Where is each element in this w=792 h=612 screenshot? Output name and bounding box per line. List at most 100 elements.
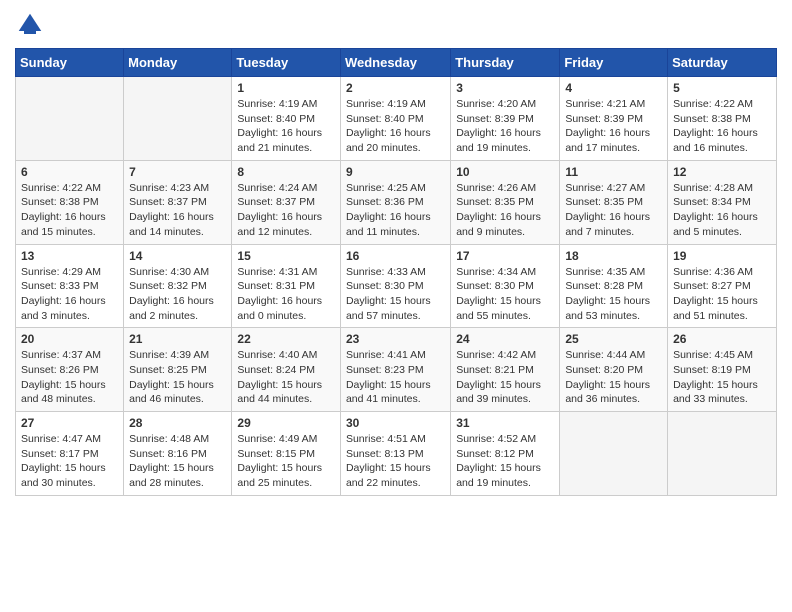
day-info: Sunrise: 4:35 AM Sunset: 8:28 PM Dayligh… [565,265,662,324]
calendar-week-row: 1 Sunrise: 4:19 AM Sunset: 8:40 PM Daylig… [16,77,777,161]
day-number: 4 [565,81,662,95]
header [15,10,777,40]
day-info: Sunrise: 4:26 AM Sunset: 8:35 PM Dayligh… [456,181,554,240]
calendar-cell: 18 Sunrise: 4:35 AM Sunset: 8:28 PM Dayli… [560,244,668,328]
calendar-cell [560,412,668,496]
day-info: Sunrise: 4:51 AM Sunset: 8:13 PM Dayligh… [346,432,445,491]
calendar-week-row: 20Sunrise: 4:37 AM Sunset: 8:26 PM Dayli… [16,328,777,412]
day-number: 14 [129,249,226,263]
logo-icon [15,10,45,40]
calendar-cell: 2 Sunrise: 4:19 AM Sunset: 8:40 PM Daylig… [340,77,450,161]
day-info: Sunrise: 4:42 AM Sunset: 8:21 PM Dayligh… [456,348,554,407]
day-info: Sunrise: 4:34 AM Sunset: 8:30 PM Dayligh… [456,265,554,324]
calendar-cell: 17Sunrise: 4:34 AM Sunset: 8:30 PM Dayli… [451,244,560,328]
calendar-cell: 6 Sunrise: 4:22 AM Sunset: 8:38 PM Daylig… [16,160,124,244]
day-number: 24 [456,332,554,346]
calendar-cell: 22 Sunrise: 4:40 AM Sunset: 8:24 PM Dayli… [232,328,341,412]
day-info: Sunrise: 4:19 AM Sunset: 8:40 PM Dayligh… [346,97,445,156]
day-info: Sunrise: 4:44 AM Sunset: 8:20 PM Dayligh… [565,348,662,407]
day-number: 25 [565,332,662,346]
day-number: 27 [21,416,118,430]
day-info: Sunrise: 4:27 AM Sunset: 8:35 PM Dayligh… [565,181,662,240]
day-info: Sunrise: 4:22 AM Sunset: 8:38 PM Dayligh… [673,97,771,156]
calendar-cell: 12 Sunrise: 4:28 AM Sunset: 8:34 PM Dayli… [668,160,777,244]
calendar-cell: 10 Sunrise: 4:26 AM Sunset: 8:35 PM Dayli… [451,160,560,244]
day-info: Sunrise: 4:45 AM Sunset: 8:19 PM Dayligh… [673,348,771,407]
calendar-cell [16,77,124,161]
calendar-cell: 19 Sunrise: 4:36 AM Sunset: 8:27 PM Dayli… [668,244,777,328]
weekday-header-thursday: Thursday [451,49,560,77]
day-info: Sunrise: 4:30 AM Sunset: 8:32 PM Dayligh… [129,265,226,324]
day-number: 21 [129,332,226,346]
day-info: Sunrise: 4:47 AM Sunset: 8:17 PM Dayligh… [21,432,118,491]
calendar-cell: 20Sunrise: 4:37 AM Sunset: 8:26 PM Dayli… [16,328,124,412]
weekday-header-sunday: Sunday [16,49,124,77]
calendar-cell: 27 Sunrise: 4:47 AM Sunset: 8:17 PM Dayli… [16,412,124,496]
calendar-header: SundayMondayTuesdayWednesdayThursdayFrid… [16,49,777,77]
day-number: 20 [21,332,118,346]
day-number: 22 [237,332,335,346]
day-info: Sunrise: 4:39 AM Sunset: 8:25 PM Dayligh… [129,348,226,407]
calendar-cell: 14 Sunrise: 4:30 AM Sunset: 8:32 PM Dayli… [124,244,232,328]
calendar-cell: 8 Sunrise: 4:24 AM Sunset: 8:37 PM Daylig… [232,160,341,244]
day-number: 1 [237,81,335,95]
day-number: 11 [565,165,662,179]
calendar-week-row: 6 Sunrise: 4:22 AM Sunset: 8:38 PM Daylig… [16,160,777,244]
day-number: 29 [237,416,335,430]
day-info: Sunrise: 4:24 AM Sunset: 8:37 PM Dayligh… [237,181,335,240]
day-number: 2 [346,81,445,95]
day-number: 3 [456,81,554,95]
calendar-cell: 21 Sunrise: 4:39 AM Sunset: 8:25 PM Dayli… [124,328,232,412]
calendar-cell: 4Sunrise: 4:21 AM Sunset: 8:39 PM Daylig… [560,77,668,161]
calendar-cell: 26 Sunrise: 4:45 AM Sunset: 8:19 PM Dayli… [668,328,777,412]
calendar-cell: 24 Sunrise: 4:42 AM Sunset: 8:21 PM Dayli… [451,328,560,412]
day-info: Sunrise: 4:19 AM Sunset: 8:40 PM Dayligh… [237,97,335,156]
day-number: 12 [673,165,771,179]
day-number: 30 [346,416,445,430]
calendar-cell: 25 Sunrise: 4:44 AM Sunset: 8:20 PM Dayli… [560,328,668,412]
calendar-cell: 5Sunrise: 4:22 AM Sunset: 8:38 PM Daylig… [668,77,777,161]
day-number: 9 [346,165,445,179]
day-number: 26 [673,332,771,346]
calendar-cell: 1 Sunrise: 4:19 AM Sunset: 8:40 PM Daylig… [232,77,341,161]
day-info: Sunrise: 4:25 AM Sunset: 8:36 PM Dayligh… [346,181,445,240]
calendar-cell: 15Sunrise: 4:31 AM Sunset: 8:31 PM Dayli… [232,244,341,328]
calendar-cell: 7Sunrise: 4:23 AM Sunset: 8:37 PM Daylig… [124,160,232,244]
day-number: 7 [129,165,226,179]
calendar-cell: 28 Sunrise: 4:48 AM Sunset: 8:16 PM Dayli… [124,412,232,496]
day-info: Sunrise: 4:28 AM Sunset: 8:34 PM Dayligh… [673,181,771,240]
calendar-cell: 11 Sunrise: 4:27 AM Sunset: 8:35 PM Dayli… [560,160,668,244]
calendar-cell: 23Sunrise: 4:41 AM Sunset: 8:23 PM Dayli… [340,328,450,412]
calendar-week-row: 13Sunrise: 4:29 AM Sunset: 8:33 PM Dayli… [16,244,777,328]
day-info: Sunrise: 4:41 AM Sunset: 8:23 PM Dayligh… [346,348,445,407]
calendar-cell: 31Sunrise: 4:52 AM Sunset: 8:12 PM Dayli… [451,412,560,496]
day-number: 13 [21,249,118,263]
calendar-week-row: 27 Sunrise: 4:47 AM Sunset: 8:17 PM Dayli… [16,412,777,496]
day-number: 19 [673,249,771,263]
day-info: Sunrise: 4:33 AM Sunset: 8:30 PM Dayligh… [346,265,445,324]
calendar-cell [124,77,232,161]
day-info: Sunrise: 4:20 AM Sunset: 8:39 PM Dayligh… [456,97,554,156]
day-number: 8 [237,165,335,179]
day-info: Sunrise: 4:40 AM Sunset: 8:24 PM Dayligh… [237,348,335,407]
calendar-cell: 9 Sunrise: 4:25 AM Sunset: 8:36 PM Daylig… [340,160,450,244]
day-info: Sunrise: 4:36 AM Sunset: 8:27 PM Dayligh… [673,265,771,324]
day-number: 18 [565,249,662,263]
day-info: Sunrise: 4:48 AM Sunset: 8:16 PM Dayligh… [129,432,226,491]
calendar-cell: 29Sunrise: 4:49 AM Sunset: 8:15 PM Dayli… [232,412,341,496]
calendar-body: 1 Sunrise: 4:19 AM Sunset: 8:40 PM Daylig… [16,77,777,496]
weekday-row: SundayMondayTuesdayWednesdayThursdayFrid… [16,49,777,77]
day-number: 28 [129,416,226,430]
calendar-cell: 3 Sunrise: 4:20 AM Sunset: 8:39 PM Daylig… [451,77,560,161]
calendar-table: SundayMondayTuesdayWednesdayThursdayFrid… [15,48,777,496]
day-info: Sunrise: 4:22 AM Sunset: 8:38 PM Dayligh… [21,181,118,240]
day-number: 6 [21,165,118,179]
day-number: 10 [456,165,554,179]
weekday-header-wednesday: Wednesday [340,49,450,77]
calendar-cell: 16 Sunrise: 4:33 AM Sunset: 8:30 PM Dayli… [340,244,450,328]
day-number: 16 [346,249,445,263]
day-info: Sunrise: 4:31 AM Sunset: 8:31 PM Dayligh… [237,265,335,324]
weekday-header-friday: Friday [560,49,668,77]
day-info: Sunrise: 4:52 AM Sunset: 8:12 PM Dayligh… [456,432,554,491]
weekday-header-monday: Monday [124,49,232,77]
